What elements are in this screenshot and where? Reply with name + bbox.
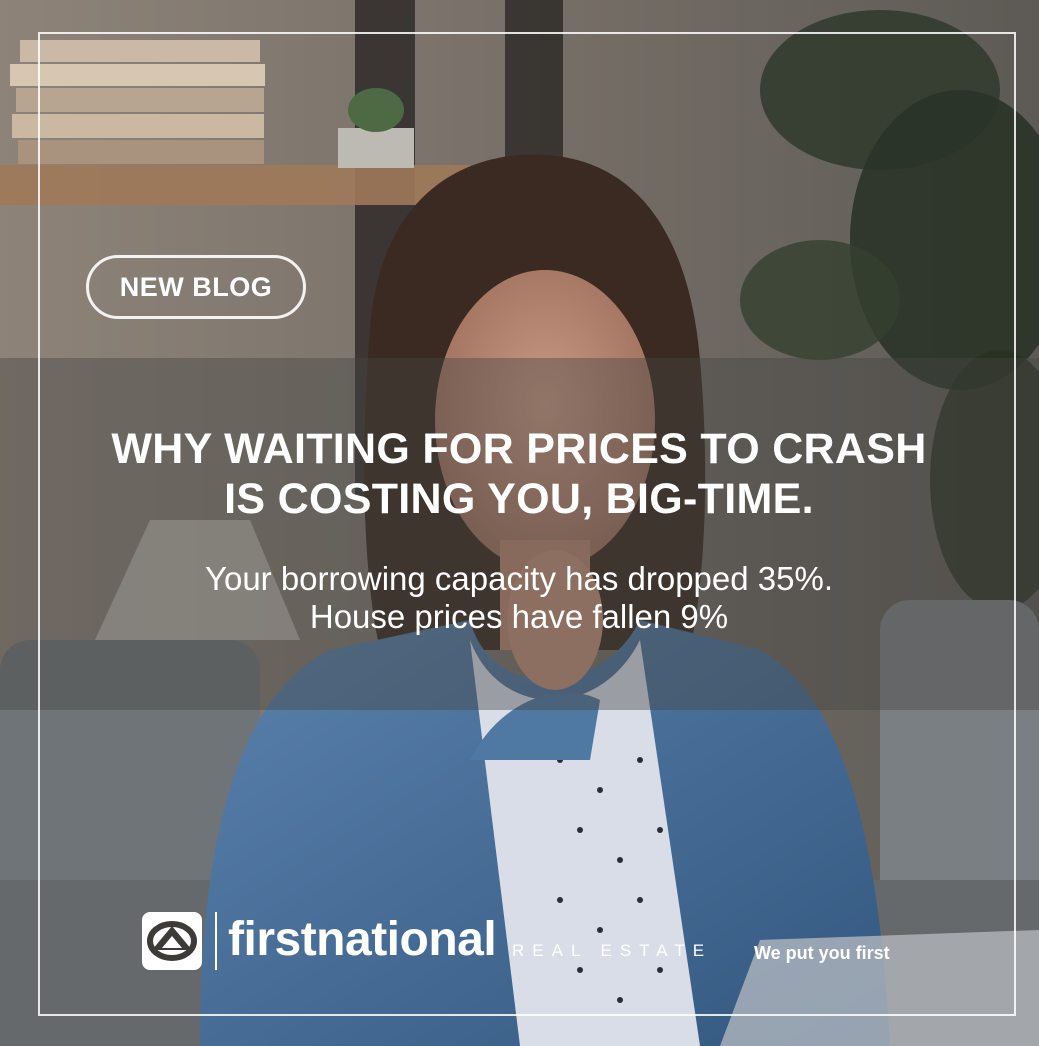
- headline: WHY WAITING FOR PRICES TO CRASH IS COSTI…: [40, 424, 998, 524]
- new-blog-badge[interactable]: NEW BLOG: [86, 255, 306, 319]
- subheadline: Your borrowing capacity has dropped 35%.…: [40, 560, 998, 636]
- first-national-logo-icon: [142, 912, 202, 970]
- brand-tagline: We put you first: [754, 943, 890, 963]
- brand-suffix: REAL ESTATE: [512, 941, 713, 960]
- social-post-canvas: NEW BLOG WHY WAITING FOR PRICES TO CRASH…: [0, 0, 1039, 1046]
- headline-line-2: IS COSTING YOU, BIG-TIME.: [224, 475, 814, 523]
- brand-lockup: firstnational REAL ESTATE We put you fir…: [140, 910, 940, 972]
- headline-line-1: WHY WAITING FOR PRICES TO CRASH: [111, 425, 927, 473]
- brand-name: firstnational: [228, 913, 497, 966]
- subheadline-line-1: Your borrowing capacity has dropped 35%.: [204, 560, 833, 597]
- brand-divider: [215, 912, 217, 970]
- subheadline-line-2: House prices have fallen 9%: [309, 598, 729, 635]
- outline-frame: [38, 32, 1016, 1016]
